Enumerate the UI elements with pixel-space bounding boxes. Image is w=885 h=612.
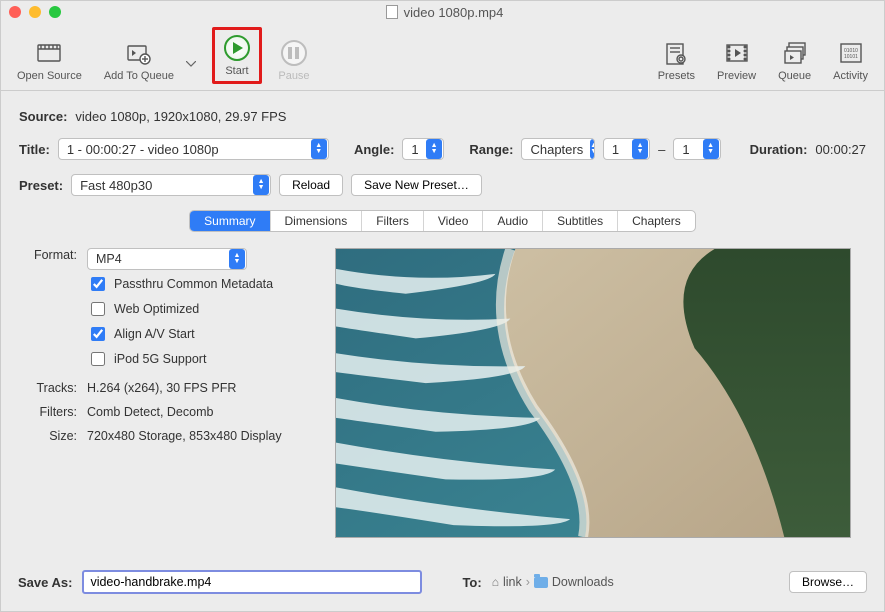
tab-summary[interactable]: Summary (190, 211, 270, 231)
format-select[interactable]: MP4 ▲▼ (87, 248, 247, 270)
pause-button: Pause (272, 37, 316, 84)
folder-icon (534, 577, 548, 588)
duration-value: 00:00:27 (815, 142, 866, 157)
to-label: To: (462, 575, 481, 590)
tab-bar: Summary Dimensions Filters Video Audio S… (189, 210, 696, 232)
tab-dimensions[interactable]: Dimensions (271, 211, 363, 231)
preset-select[interactable]: Fast 480p30 ▲▼ (71, 174, 271, 196)
path-folder: Downloads (552, 575, 614, 589)
tab-video[interactable]: Video (424, 211, 483, 231)
presets-label: Presets (658, 70, 695, 82)
angle-select[interactable]: 1 ▲▼ (402, 138, 444, 160)
open-source-label: Open Source (17, 70, 82, 82)
pause-icon (280, 39, 308, 67)
queue-label: Queue (778, 70, 811, 82)
queue-icon (781, 39, 809, 67)
tracks-label: Tracks: (25, 381, 87, 395)
source-label: Source: (19, 109, 67, 124)
preview-label: Preview (717, 70, 756, 82)
range-from-select[interactable]: 1 ▲▼ (603, 138, 650, 160)
chevron-updown-icon: ▲▼ (229, 249, 245, 269)
window-title: video 1080p.mp4 (404, 5, 504, 20)
range-label: Range: (469, 142, 513, 157)
path-root: link (503, 575, 522, 589)
destination-path[interactable]: ⌂ link › Downloads (492, 575, 614, 589)
add-to-queue-icon (125, 39, 153, 67)
pause-label: Pause (278, 70, 309, 82)
title-select-text: 1 - 00:00:27 - video 1080p (67, 142, 310, 157)
window-minimize[interactable] (29, 6, 41, 18)
preview-button[interactable]: Preview (711, 37, 762, 84)
toolbar: Open Source Add To Queue Start Pause Pre… (1, 23, 884, 91)
film-icon (35, 39, 63, 67)
preview-icon (723, 39, 751, 67)
queue-button[interactable]: Queue (772, 37, 817, 84)
presets-button[interactable]: Presets (652, 37, 701, 84)
web-optimized-checkbox[interactable]: Web Optimized (87, 299, 305, 319)
browse-button[interactable]: Browse… (789, 571, 867, 593)
passthru-metadata-checkbox[interactable]: Passthru Common Metadata (87, 274, 305, 294)
save-as-label: Save As: (18, 575, 72, 590)
chevron-updown-icon: ▲▼ (590, 139, 595, 159)
start-label: Start (225, 65, 248, 77)
chevron-updown-icon: ▲▼ (703, 139, 719, 159)
align-av-start-checkbox[interactable]: Align A/V Start (87, 324, 305, 344)
window-zoom[interactable] (49, 6, 61, 18)
document-icon (386, 5, 398, 19)
range-to-select[interactable]: 1 ▲▼ (673, 138, 720, 160)
filters-value: Comb Detect, Decomb (87, 405, 305, 419)
chevron-updown-icon: ▲▼ (253, 175, 269, 195)
size-label: Size: (25, 429, 87, 443)
activity-button[interactable]: 0101010101 Activity (827, 37, 874, 84)
open-source-button[interactable]: Open Source (11, 37, 88, 84)
summary-panel: Format: MP4 ▲▼ Passthru Common Metadata … (19, 248, 866, 538)
range-mode-select[interactable]: Chapters ▲▼ (521, 138, 594, 160)
activity-icon: 0101010101 (837, 39, 865, 67)
chevron-updown-icon: ▲▼ (632, 139, 648, 159)
add-to-queue-label: Add To Queue (104, 70, 174, 82)
tab-chapters[interactable]: Chapters (618, 211, 695, 231)
format-label: Format: (25, 248, 87, 262)
chevron-updown-icon: ▲▼ (426, 139, 442, 159)
window-close[interactable] (9, 6, 21, 18)
filters-label: Filters: (25, 405, 87, 419)
range-separator: – (658, 142, 665, 157)
path-separator-icon: › (526, 575, 530, 589)
tab-subtitles[interactable]: Subtitles (543, 211, 618, 231)
video-preview (335, 248, 851, 538)
duration-label: Duration: (750, 142, 808, 157)
ipod-5g-checkbox[interactable]: iPod 5G Support (87, 349, 305, 369)
add-to-queue-dropdown[interactable] (180, 44, 202, 84)
chevron-updown-icon: ▲▼ (311, 139, 327, 159)
tab-audio[interactable]: Audio (483, 211, 543, 231)
reload-button[interactable]: Reload (279, 174, 343, 196)
start-icon (223, 34, 251, 62)
home-icon: ⌂ (492, 575, 499, 589)
add-to-queue-button[interactable]: Add To Queue (98, 37, 180, 84)
presets-icon (662, 39, 690, 67)
tracks-value: H.264 (x264), 30 FPS PFR (87, 381, 305, 395)
activity-label: Activity (833, 70, 868, 82)
start-button[interactable]: Start (212, 27, 262, 84)
tab-filters[interactable]: Filters (362, 211, 424, 231)
source-value: video 1080p, 1920x1080, 29.97 FPS (75, 109, 286, 124)
save-new-preset-button[interactable]: Save New Preset… (351, 174, 482, 196)
footer: Save As: To: ⌂ link › Downloads Browse… (0, 560, 885, 612)
size-value: 720x480 Storage, 853x480 Display (87, 429, 305, 443)
save-as-input[interactable] (82, 570, 422, 594)
preset-label: Preset: (19, 178, 63, 193)
svg-text:10101: 10101 (844, 54, 858, 60)
window-titlebar: video 1080p.mp4 (1, 1, 884, 23)
angle-label: Angle: (354, 142, 394, 157)
title-select[interactable]: 1 - 00:00:27 - video 1080p ▲▼ (58, 138, 329, 160)
title-label: Title: (19, 142, 50, 157)
